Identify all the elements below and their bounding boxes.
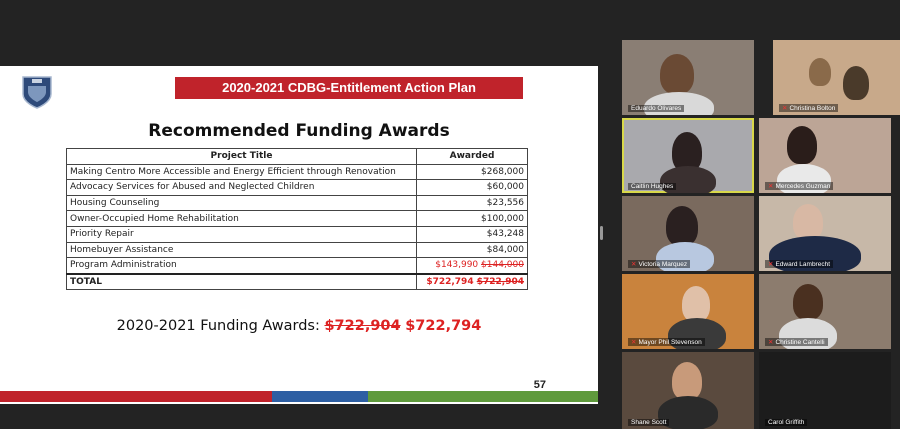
participant-video [666, 206, 698, 246]
participant-tile[interactable]: ✕ Christina Bolton [773, 40, 900, 115]
project-title-cell: Owner-Occupied Home Rehabilitation [66, 210, 417, 227]
participant-name: ✕ Christina Bolton [779, 104, 839, 112]
awarded-cell: $84,000 [416, 241, 528, 259]
project-title-cell: Advocacy Services for Abused and Neglect… [66, 179, 417, 196]
participant-name: ✕ Edward Lambrecht [765, 260, 834, 268]
slide-heading: Recommended Funding Awards [148, 121, 450, 141]
participant-name: Shane Scott [628, 419, 670, 426]
table-row: Priority Repair $43,248 [66, 225, 528, 243]
shared-slide: 2020-2021 CDBG-Entitlement Action Plan R… [0, 66, 598, 404]
muted-mic-icon: ✕ [768, 261, 774, 268]
participant-tile[interactable]: ✕ Mercedes Guzman [759, 118, 891, 193]
awarded-cell: $268,000 [416, 163, 528, 181]
table-row: Homebuyer Assistance $84,000 [66, 241, 528, 259]
funding-summary: 2020-2021 Funding Awards: $722,904 $722,… [0, 318, 598, 334]
muted-mic-icon: ✕ [631, 339, 637, 346]
summary-label: 2020-2021 Funding Awards: [116, 318, 320, 334]
participant-name: ✕ Christine Cantelli [765, 338, 828, 346]
participant-name: Caitlin Hughes [628, 183, 677, 190]
participant-name: ✕ Mercedes Guzman [765, 182, 834, 190]
column-header-awarded: Awarded [416, 148, 528, 165]
awarded-cell: $60,000 [416, 179, 528, 196]
awarded-cell-revised: $143,990 $144,000 [416, 257, 528, 275]
participant-tile[interactable]: Eduardo Olivares [622, 40, 754, 115]
participant-video [843, 66, 869, 100]
footer-bar-green [368, 391, 598, 402]
muted-mic-icon: ✕ [768, 339, 774, 346]
participant-video [793, 204, 823, 240]
project-title-cell: Priority Repair [66, 225, 417, 243]
participant-tile[interactable]: ✕ Edward Lambrecht [759, 196, 891, 271]
table-row: Housing Counseling $23,556 [66, 194, 528, 212]
muted-mic-icon: ✕ [768, 183, 774, 190]
participant-tile[interactable]: ✕ Mayor Phil Stevenson [622, 274, 754, 349]
total-amount-cell: $722,794 $722,904 [416, 272, 528, 291]
summary-revised-amount: $722,794 [405, 318, 482, 334]
footer-bar-red [0, 391, 272, 402]
slide-banner: 2020-2021 CDBG-Entitlement Action Plan [175, 77, 523, 99]
participant-video [787, 126, 817, 164]
muted-mic-icon: ✕ [782, 105, 788, 112]
participant-video [809, 58, 831, 86]
funding-table: Project Title Awarded Making Centro More… [66, 148, 528, 291]
awarded-cell: $23,556 [416, 194, 528, 212]
table-row-total: TOTAL $722,794 $722,904 [66, 272, 528, 291]
participant-tile[interactable]: ✕ Victoria Marquez [622, 196, 754, 271]
participant-video [672, 362, 702, 400]
original-total: $722,904 [476, 277, 524, 288]
awarded-cell: $43,248 [416, 225, 528, 243]
original-amount: $144,000 [481, 260, 524, 271]
participant-video [793, 284, 823, 320]
table-header-row: Project Title Awarded [66, 148, 528, 165]
total-label: TOTAL [66, 272, 417, 291]
project-title-cell: Homebuyer Assistance [66, 241, 417, 259]
footer-bar-blue [272, 391, 368, 402]
participant-name: ✕ Mayor Phil Stevenson [628, 338, 705, 346]
participant-name: Eduardo Olivares [628, 105, 685, 112]
participant-tile[interactable]: ✕ Christine Cantelli [759, 274, 891, 349]
participant-tile-video-off[interactable]: Carol Griffith [759, 352, 891, 429]
revised-total: $722,794 [426, 277, 474, 288]
table-row: Making Centro More Accessible and Energy… [66, 163, 528, 181]
summary-original-amount: $722,904 [324, 318, 401, 334]
participant-tile[interactable]: Shane Scott [622, 352, 754, 429]
project-title-cell: Program Administration [66, 257, 417, 275]
table-row: Owner-Occupied Home Rehabilitation $100,… [66, 210, 528, 227]
participant-video [660, 54, 694, 94]
muted-mic-icon: ✕ [631, 261, 637, 268]
table-row-program-administration: Program Administration $143,990 $144,000 [66, 257, 528, 275]
revised-amount: $143,990 [435, 260, 479, 271]
project-title-cell: Housing Counseling [66, 194, 417, 212]
project-title-cell: Making Centro More Accessible and Energy… [66, 163, 417, 181]
slide-page-number: 57 [533, 379, 546, 391]
participant-tile-active-speaker[interactable]: Caitlin Hughes [622, 118, 754, 193]
awarded-cell: $100,000 [416, 210, 528, 227]
column-header-project-title: Project Title [66, 148, 417, 165]
participant-name: Carol Griffith [765, 419, 808, 426]
participant-video [682, 286, 710, 322]
participant-name: ✕ Victoria Marquez [628, 260, 691, 268]
table-row: Advocacy Services for Abused and Neglect… [66, 179, 528, 196]
city-seal-logo [22, 76, 52, 109]
panel-resize-handle[interactable] [600, 226, 603, 240]
